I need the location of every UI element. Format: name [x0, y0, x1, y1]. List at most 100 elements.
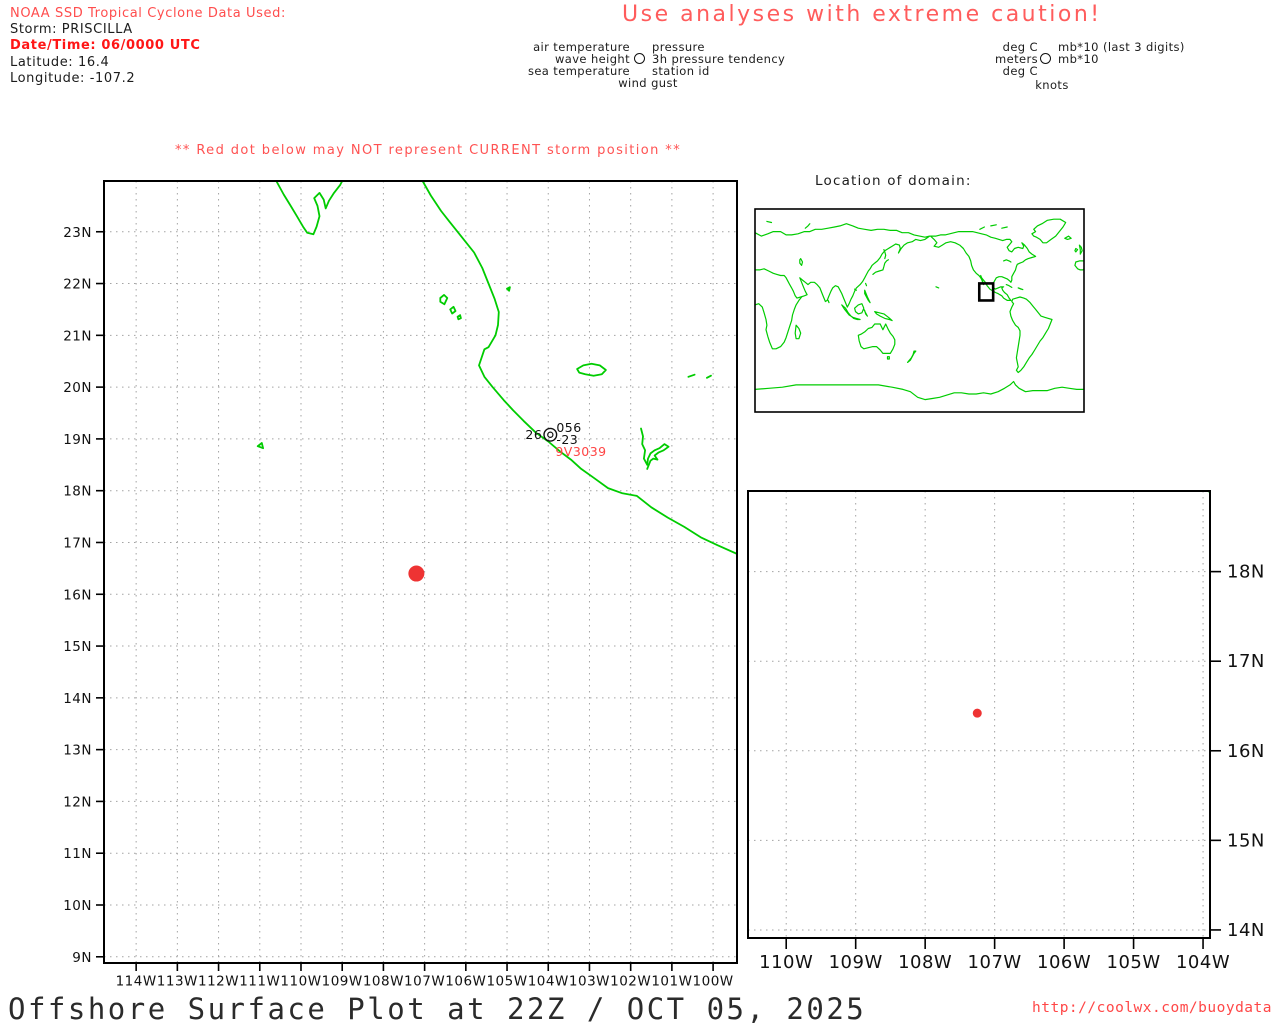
- coastline: [886, 356, 890, 360]
- y-axis-tick-label: 10N: [63, 898, 92, 914]
- coastline: [990, 224, 997, 227]
- x-axis-tick-label: 101W: [651, 974, 692, 990]
- x-axis-tick-label: 114W: [116, 974, 157, 990]
- x-axis-tick-label: 110W: [280, 974, 321, 990]
- inset-map: 110W 109W 108W 107W 106W 105W 104W 18N 17N 16N 15N…: [747, 490, 1265, 973]
- plot-canvas: 114W 113W 112W 111W 110W 109W 108W 107W 106W 105W…: [63, 180, 1265, 990]
- y-axis-tick-label: 18N: [1227, 562, 1265, 583]
- coastline: [979, 226, 986, 230]
- coastline: [857, 323, 896, 354]
- x-axis-tick-label: 105W: [486, 974, 527, 990]
- storm-position-dot: [408, 565, 425, 582]
- y-axis-tick-label: 23N: [63, 225, 92, 241]
- y-axis-tick-label: 14N: [63, 691, 92, 707]
- x-axis-tick-label: 113W: [157, 974, 198, 990]
- coastline: [640, 427, 670, 470]
- x-axis-tick-label: 111W: [239, 974, 280, 990]
- coastline-layer: [1206, 491, 1210, 494]
- coastline: [1031, 218, 1067, 244]
- x-axis-tick-label: 105W: [1107, 952, 1161, 973]
- coastline: [755, 223, 931, 308]
- y-axis-tick-label: 20N: [63, 380, 92, 396]
- domain-box: [977, 282, 995, 302]
- coastline: [1078, 244, 1083, 255]
- coastline: [799, 258, 804, 266]
- station-inner-circle-icon: [547, 431, 554, 438]
- x-axis-tick-label: 102W: [610, 974, 651, 990]
- coastline: [1017, 287, 1024, 291]
- y-axis-tick-label: 15N: [1227, 830, 1265, 851]
- coastline: [827, 299, 830, 304]
- y-axis-tick-label: 12N: [63, 794, 92, 810]
- world-map: [754, 208, 1085, 413]
- coastline: [506, 286, 511, 292]
- coastline-layer: [755, 218, 1084, 401]
- x-axis-tick-label: 107W: [968, 952, 1022, 973]
- coastline: [275, 181, 344, 236]
- coastline: [864, 289, 871, 304]
- coastline: [1001, 226, 1008, 229]
- coastline: [841, 304, 861, 321]
- coastline: [576, 362, 607, 377]
- coastline: [687, 373, 696, 378]
- y-axis-tick-label: 11N: [63, 846, 92, 862]
- coastline: [863, 308, 869, 317]
- coastline: [1009, 296, 1053, 374]
- coastline: [935, 286, 940, 289]
- coastline: [706, 374, 712, 379]
- storm-position-dot: [972, 708, 982, 718]
- x-axis-tick-label: 100W: [693, 974, 734, 990]
- x-axis-tick-label: 109W: [322, 974, 363, 990]
- coastline: [804, 223, 811, 229]
- x-axis-tick-label: 107W: [404, 974, 445, 990]
- y-axis-tick-label: 14N: [1227, 920, 1265, 941]
- source-url: http://coolwx.com/buoydata: [1032, 1000, 1272, 1016]
- x-axis-tick-label: 110W: [759, 952, 813, 973]
- station-plot: 26 056-239V3039: [525, 420, 606, 459]
- coastline: [794, 324, 802, 340]
- x-axis-tick-label: 108W: [363, 974, 404, 990]
- coastline: [853, 303, 865, 315]
- x-axis-tick-label: 106W: [1037, 952, 1091, 973]
- x-axis-tick-label: 103W: [569, 974, 610, 990]
- station-id: 9V3039: [555, 444, 606, 459]
- main-map: 114W 113W 112W 111W 110W 109W 108W 107W 106W 105W…: [63, 180, 738, 990]
- y-axis-tick-label: 19N: [63, 432, 92, 448]
- coastline: [755, 380, 1084, 401]
- y-axis-tick-label: 17N: [1227, 651, 1265, 672]
- coastline: [864, 282, 868, 287]
- coastline: [456, 314, 462, 321]
- station-circle-icon: [543, 427, 558, 442]
- coastline: [1064, 235, 1072, 240]
- buoy-plot-page: { "texts": { "info": { "noaa": "NOAA SSD…: [0, 0, 1280, 1026]
- y-axis-tick-label: 21N: [63, 328, 92, 344]
- coastline: [906, 350, 917, 363]
- y-axis-tick-label: 16N: [1227, 741, 1265, 762]
- y-axis-tick-label: 18N: [63, 484, 92, 500]
- coastline: [1002, 259, 1012, 263]
- y-axis-tick-label: 16N: [63, 587, 92, 603]
- coastline: [1005, 284, 1013, 288]
- y-axis-tick-label: 13N: [63, 743, 92, 759]
- coastline: [766, 220, 773, 224]
- plot-main-title: Offshore Surface Plot at 22Z / OCT 05, 2…: [8, 992, 867, 1026]
- coastline: [256, 442, 265, 450]
- coastline: [439, 293, 449, 306]
- x-axis-tick-label: 106W: [445, 974, 486, 990]
- x-axis-tick-label: 104W: [1176, 952, 1230, 973]
- x-axis-tick-label: 104W: [528, 974, 569, 990]
- x-axis-tick-label: 112W: [198, 974, 239, 990]
- y-axis-tick-label: 15N: [63, 639, 92, 655]
- x-axis-tick-label: 108W: [898, 952, 952, 973]
- map-frame: [754, 208, 1085, 413]
- coastline: [874, 311, 893, 322]
- y-axis-tick-label: 22N: [63, 277, 92, 293]
- coastline: [1074, 247, 1079, 253]
- coastline: [449, 305, 457, 315]
- coastline: [1074, 260, 1084, 271]
- y-axis-tick-label: 9N: [72, 950, 92, 966]
- y-axis-tick-label: 17N: [63, 535, 92, 551]
- coastline: [755, 296, 803, 350]
- x-axis-tick-label: 109W: [829, 952, 883, 973]
- coastline-layer: [256, 181, 737, 555]
